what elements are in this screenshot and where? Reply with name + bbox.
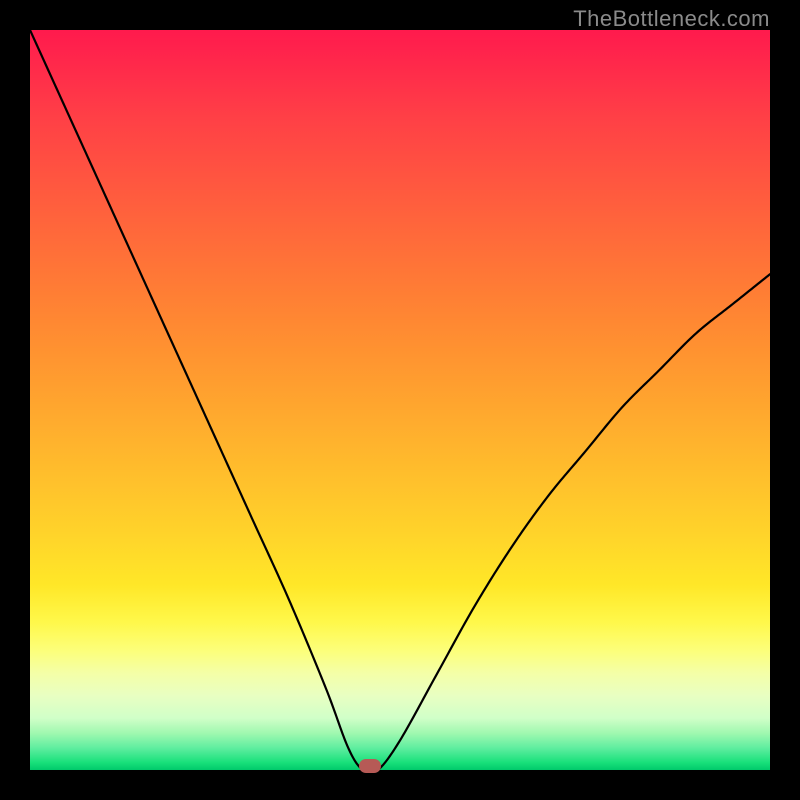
watermark-text: TheBottleneck.com bbox=[573, 6, 770, 32]
chart-frame: TheBottleneck.com bbox=[0, 0, 800, 800]
bottleneck-curve bbox=[30, 30, 770, 770]
optimal-point-marker bbox=[359, 759, 381, 773]
plot-area bbox=[30, 30, 770, 770]
